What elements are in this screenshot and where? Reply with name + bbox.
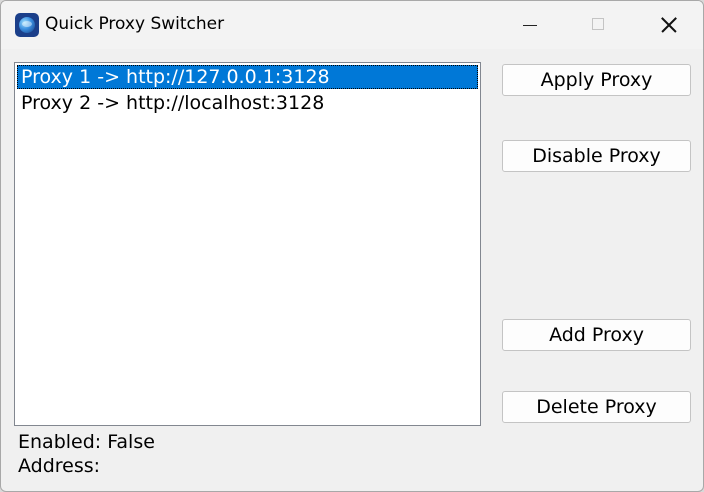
globe-app-icon bbox=[15, 13, 39, 37]
minimize-icon bbox=[523, 25, 537, 26]
apply-proxy-button[interactable]: Apply Proxy bbox=[502, 64, 691, 96]
maximize-button[interactable] bbox=[575, 1, 621, 49]
close-button[interactable] bbox=[645, 1, 691, 49]
app-window: Quick Proxy Switcher Proxy 1 -> http://1… bbox=[0, 0, 704, 492]
add-proxy-button[interactable]: Add Proxy bbox=[502, 319, 691, 351]
proxy-list-item[interactable]: Proxy 1 -> http://127.0.0.1:3128 bbox=[17, 65, 478, 89]
close-icon bbox=[661, 17, 677, 33]
maximize-icon bbox=[592, 18, 604, 30]
enabled-status-label: Enabled: False bbox=[18, 431, 155, 453]
minimize-button[interactable] bbox=[507, 1, 553, 49]
proxy-list-item[interactable]: Proxy 2 -> http://localhost:3128 bbox=[17, 91, 478, 115]
window-title: Quick Proxy Switcher bbox=[45, 14, 225, 34]
delete-proxy-button[interactable]: Delete Proxy bbox=[502, 391, 691, 423]
title-bar[interactable]: Quick Proxy Switcher bbox=[1, 1, 703, 49]
proxy-listbox[interactable]: Proxy 1 -> http://127.0.0.1:3128 Proxy 2… bbox=[14, 62, 481, 426]
address-status-label: Address: bbox=[18, 455, 101, 477]
disable-proxy-button[interactable]: Disable Proxy bbox=[502, 140, 691, 172]
